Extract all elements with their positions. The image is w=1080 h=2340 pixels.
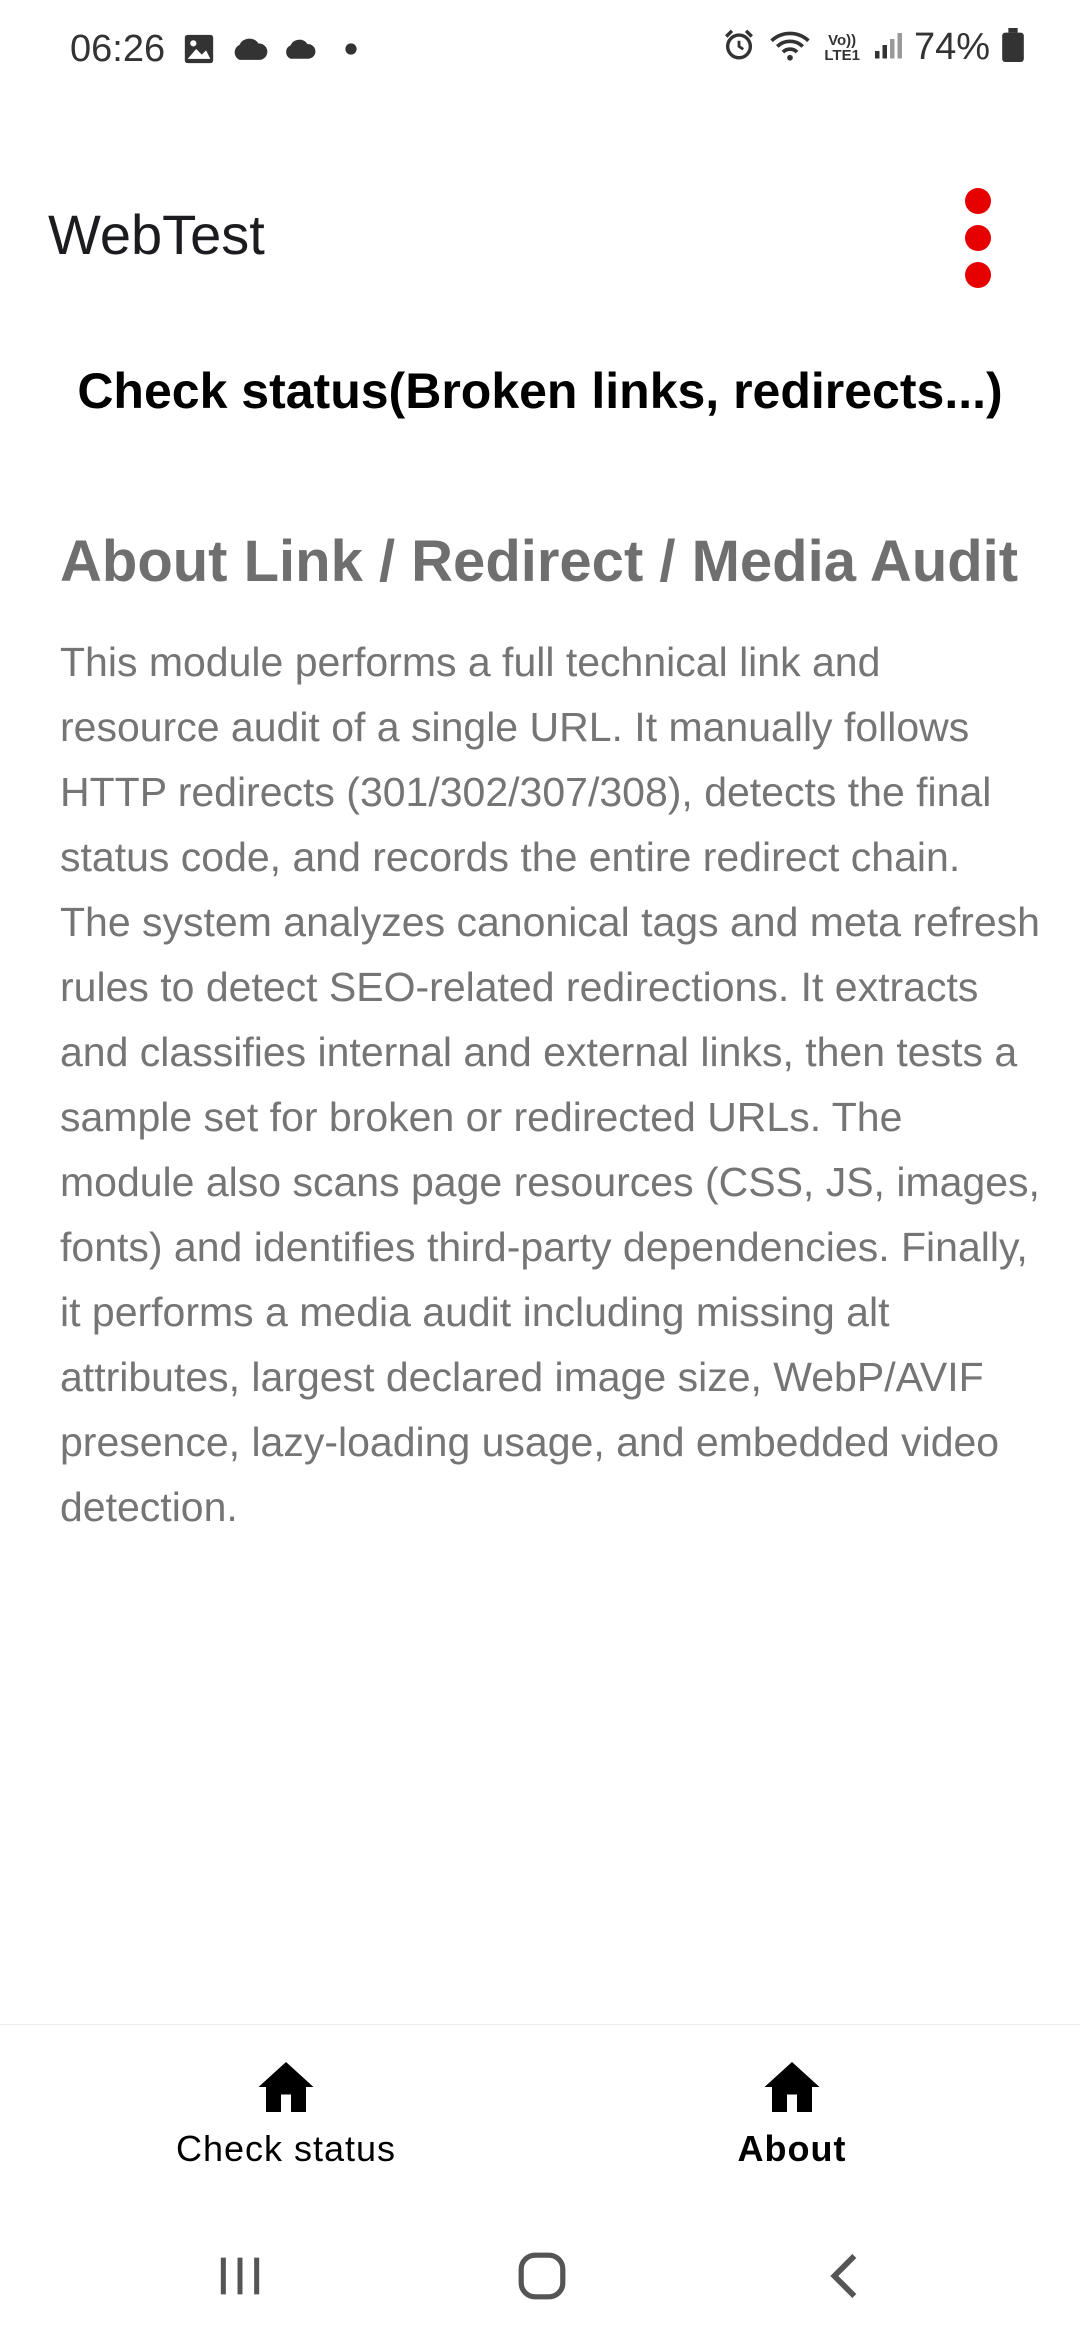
battery-icon	[1002, 28, 1024, 67]
about-title: About Link / Redirect / Media Audit	[60, 529, 1019, 594]
app-title: WebTest	[48, 203, 265, 266]
home-button-icon[interactable]	[502, 2236, 582, 2316]
cloud-icon	[282, 36, 316, 67]
about-description: This module performs a full technical li…	[60, 639, 1040, 1530]
status-time: 06:26	[70, 28, 166, 70]
back-icon[interactable]	[806, 2236, 886, 2316]
home-icon	[762, 2059, 822, 2120]
home-icon	[256, 2059, 316, 2120]
nav-about-label: About	[737, 2128, 847, 2169]
menu-dot	[965, 188, 991, 214]
wifi-icon	[768, 28, 812, 67]
bottom-navigation: Check status About	[0, 2024, 1080, 2200]
more-vert-icon[interactable]	[950, 180, 1006, 296]
alarm-icon	[722, 28, 756, 67]
signal-icon	[872, 30, 902, 65]
check-status-heading: Check status(Broken links, redirects...)	[77, 363, 1003, 419]
status-bar: 06:26 Vo)) LTE1 74%	[0, 0, 1080, 104]
volte-indicator: Vo)) LTE1	[824, 31, 860, 64]
system-navigation-bar	[0, 2200, 1080, 2340]
nav-check-status-label: Check status	[175, 2128, 397, 2169]
menu-dot	[965, 225, 991, 251]
notification-icons	[182, 32, 358, 71]
system-status-icons: Vo)) LTE1 74%	[722, 26, 1024, 69]
recents-icon[interactable]	[200, 2236, 280, 2316]
battery-percent: 74%	[913, 26, 990, 68]
nav-check-status[interactable]: Check status	[136, 2059, 436, 2170]
cloud-icon	[230, 35, 268, 68]
nav-about[interactable]: About	[642, 2059, 942, 2170]
menu-dot	[965, 262, 991, 288]
dot-icon	[344, 42, 358, 61]
image-icon	[182, 32, 216, 71]
